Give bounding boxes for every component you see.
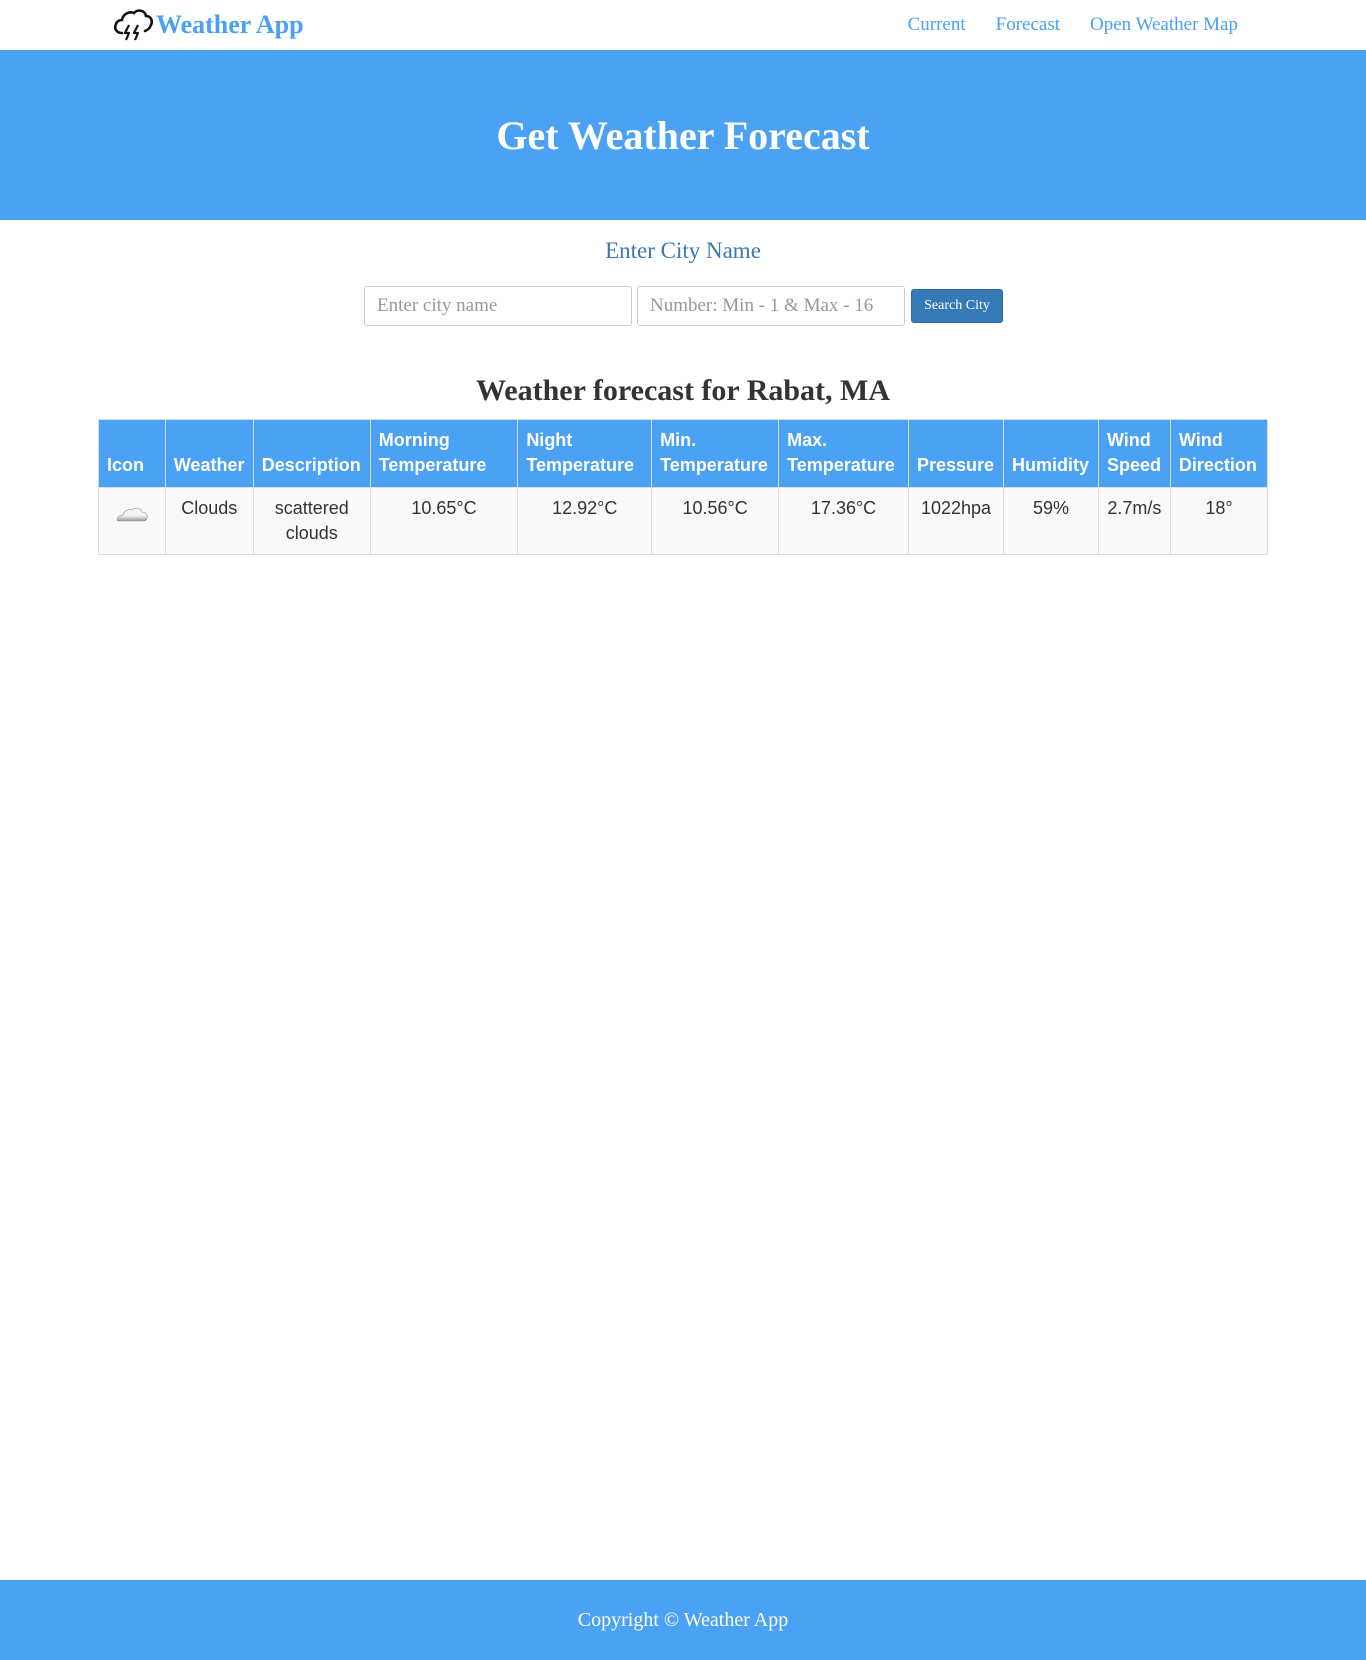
hero-banner: Get Weather Forecast <box>0 50 1366 220</box>
cell-description: scattered clouds <box>252 487 371 555</box>
city-input[interactable] <box>364 286 632 326</box>
navbar: Weather App Current Forecast Open Weathe… <box>0 0 1366 50</box>
brand-link[interactable]: Weather App <box>112 4 304 46</box>
cell-max-temperature: 17.36°C <box>778 487 909 555</box>
brand-name: Weather App <box>156 10 304 39</box>
scattered-clouds-icon <box>114 498 150 528</box>
cell-min-temperature: 10.56°C <box>651 487 780 555</box>
nav-link-forecast[interactable]: Forecast <box>996 14 1060 36</box>
footer: Copyright © Weather App <box>0 1580 1366 1660</box>
nav-link-open-weather-map[interactable]: Open Weather Map <box>1090 14 1238 36</box>
column-header-morning-temperature: Morning Temperature <box>369 419 519 488</box>
days-input[interactable] <box>637 286 905 326</box>
cell-wind-speed: 2.7m/s <box>1097 487 1171 555</box>
nav-links: Current Forecast Open Weather Map <box>878 0 1238 50</box>
forecast-table: Icon Weather Description Morning Tempera… <box>98 419 1269 555</box>
column-header-description: Description <box>252 419 371 488</box>
nav-link-current[interactable]: Current <box>908 14 966 36</box>
thunder-cloud-icon <box>112 7 154 43</box>
table-row: Clouds scattered clouds 10.65°C 12.92°C … <box>98 487 1269 555</box>
column-header-night-temperature: Night Temperature <box>517 419 653 488</box>
column-header-max-temperature: Max. Temperature <box>778 419 909 488</box>
column-header-humidity: Humidity <box>1002 419 1099 488</box>
column-header-weather: Weather <box>164 419 254 488</box>
column-header-min-temperature: Min. Temperature <box>651 419 780 488</box>
column-header-wind-speed: Wind Speed <box>1097 419 1171 488</box>
search-city-button[interactable]: Search City <box>911 289 1003 323</box>
cell-humidity: 59% <box>1002 487 1099 555</box>
search-form: Search City <box>364 286 1003 326</box>
forecast-title: Weather forecast for Rabat, MA <box>475 374 891 407</box>
city-label: Enter City Name <box>605 238 761 263</box>
column-header-icon: Icon <box>98 419 166 488</box>
cell-icon <box>98 487 166 555</box>
cell-pressure: 1022hpa <box>908 487 1004 555</box>
cell-weather: Clouds <box>164 487 254 555</box>
page-title: Get Weather Forecast <box>496 112 870 158</box>
cell-morning-temperature: 10.65°C <box>369 487 519 555</box>
table-header-row: Icon Weather Description Morning Tempera… <box>98 419 1269 488</box>
column-header-pressure: Pressure <box>908 419 1004 488</box>
cell-night-temperature: 12.92°C <box>517 487 653 555</box>
cell-wind-direction: 18° <box>1169 487 1269 555</box>
copyright-text: Copyright © Weather App <box>577 1608 789 1631</box>
column-header-wind-direction: Wind Direction <box>1169 419 1269 488</box>
